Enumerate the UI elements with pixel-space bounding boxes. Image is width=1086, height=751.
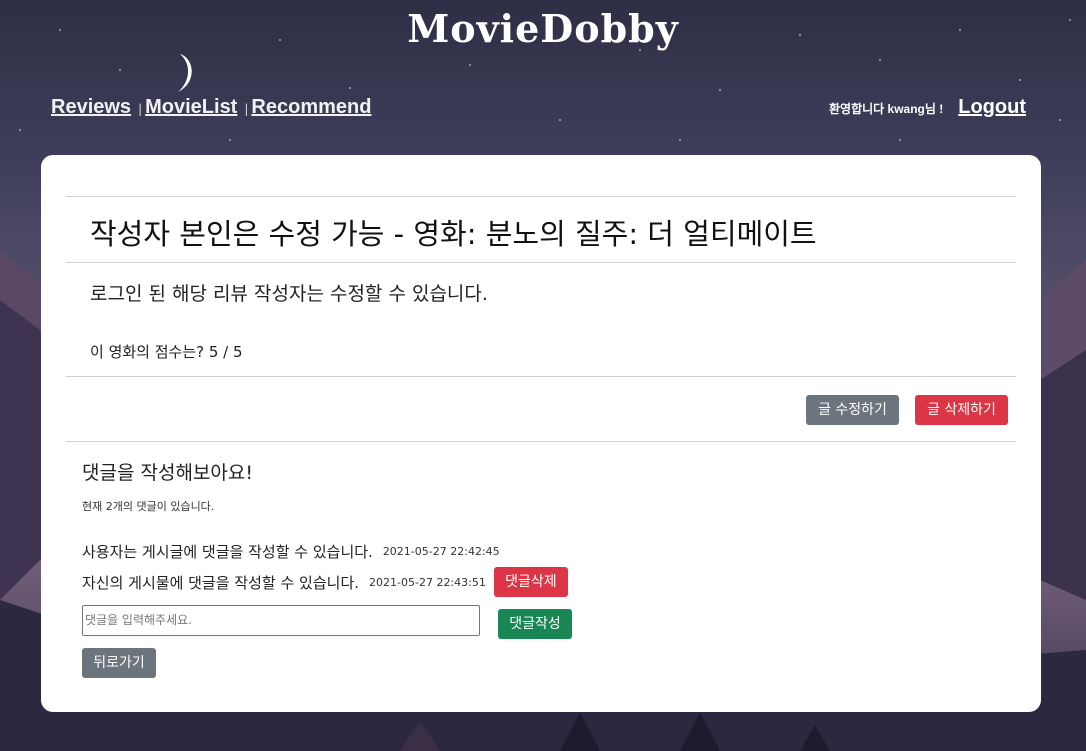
user-box: 환영합니다 kwang님 ! Logout bbox=[829, 96, 1026, 119]
divider bbox=[66, 196, 1016, 197]
divider bbox=[66, 376, 1016, 377]
nav-separator: | bbox=[138, 102, 143, 116]
review-title: 작성자 본인은 수정 가능 - 영화: 분노의 질주: 더 얼티메이트 bbox=[90, 217, 817, 251]
review-content: 로그인 된 해당 리뷰 작성자는 수정할 수 있습니다. bbox=[90, 283, 488, 305]
divider bbox=[66, 262, 1016, 263]
site-logo[interactable]: MovieDobby bbox=[0, 6, 1086, 51]
delete-review-button[interactable]: 글 삭제하기 bbox=[915, 395, 1008, 425]
divider bbox=[66, 441, 1016, 442]
nav-movielist[interactable]: MovieList bbox=[145, 96, 237, 119]
edit-review-button[interactable]: 글 수정하기 bbox=[806, 395, 899, 425]
review-score: 이 영화의 점수는? 5 / 5 bbox=[90, 343, 243, 361]
comment-item: 자신의 게시물에 댓글을 작성할 수 있습니다. 2021-05-27 22:4… bbox=[82, 567, 568, 597]
comment-count: 현재 2개의 댓글이 있습니다. bbox=[82, 500, 215, 513]
nav-recommend[interactable]: Recommend bbox=[251, 96, 371, 119]
delete-comment-button[interactable]: 댓글삭제 bbox=[493, 567, 568, 597]
comment-time: 2021-05-27 22:42:45 bbox=[382, 545, 500, 558]
moon-icon bbox=[178, 54, 192, 92]
submit-comment-button[interactable]: 댓글작성 bbox=[498, 609, 572, 639]
comment-time: 2021-05-27 22:43:51 bbox=[369, 575, 486, 589]
main-nav: Reviews | MovieList | Recommend bbox=[51, 96, 371, 119]
nav-reviews[interactable]: Reviews bbox=[51, 96, 131, 119]
comment-heading: 댓글을 작성해보아요! bbox=[82, 462, 253, 484]
comment-item: 사용자는 게시글에 댓글을 작성할 수 있습니다. 2021-05-27 22:… bbox=[82, 541, 500, 562]
comment-text: 자신의 게시물에 댓글을 작성할 수 있습니다. bbox=[82, 573, 360, 592]
logout-link[interactable]: Logout bbox=[958, 96, 1026, 119]
back-button[interactable]: 뒤로가기 bbox=[82, 648, 156, 678]
review-card: 작성자 본인은 수정 가능 - 영화: 분노의 질주: 더 얼티메이트 로그인 … bbox=[41, 155, 1041, 712]
comment-input[interactable]: 댓글을 입력해주세요. bbox=[82, 605, 480, 636]
nav-separator: | bbox=[244, 102, 249, 116]
welcome-text: 환영합니다 kwang님 ! bbox=[829, 102, 944, 116]
comment-text: 사용자는 게시글에 댓글을 작성할 수 있습니다. bbox=[82, 543, 373, 561]
